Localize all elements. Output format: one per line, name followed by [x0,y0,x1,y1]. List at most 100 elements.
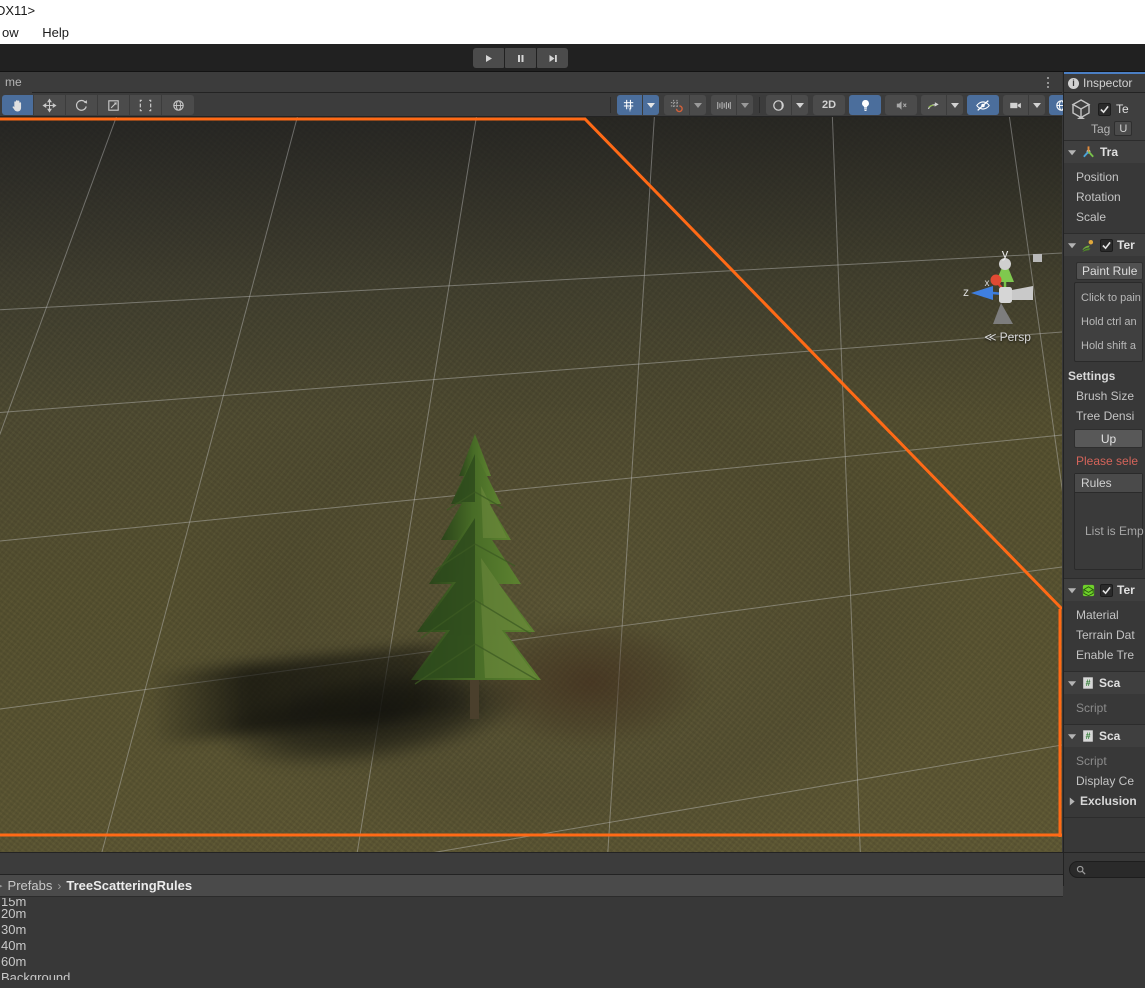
window-title-text: DX11> [0,3,36,18]
scale-tool-button[interactable] [98,95,130,115]
menu-item-help[interactable]: Help [32,22,79,44]
audio-mute-icon [896,100,907,110]
breadcrumb-item-prefabs[interactable]: Prefabs [8,878,53,893]
snap-increment-button[interactable] [711,95,737,115]
foldout-open-icon[interactable] [1068,679,1077,688]
paint-rules-button[interactable]: Paint Rule [1076,262,1143,280]
property-display-cells[interactable]: Display Ce [1064,771,1145,791]
component-header-transform[interactable]: Tra [1064,141,1145,163]
list-item[interactable]: 15m [0,898,1063,906]
transform-tools-group [2,95,194,115]
terrain-enabled-checkbox[interactable] [1100,583,1113,597]
unity-main-toolbar: Experimental [0,44,1145,112]
scene-view-viewport[interactable]: y z x ≪ Persp [0,117,1062,852]
play-button[interactable] [473,48,504,68]
rect-tool-button[interactable] [130,95,162,115]
tag-dropdown[interactable]: U [1114,121,1133,136]
audio-toggle-button[interactable] [885,95,917,115]
hand-icon [12,99,22,111]
breadcrumb-item-current[interactable]: TreeScatteringRules [66,878,192,893]
chevron-down-icon [796,102,804,108]
lighting-toggle-button[interactable] [849,95,881,115]
terrain-selection-outline [0,117,1062,837]
inspector-tab-bar[interactable]: i Inspector [1064,72,1145,93]
grid-visibility-button[interactable]: Y [617,95,643,115]
script-icon: # [1083,730,1093,742]
chevron-down-icon [951,102,959,108]
checkmark-icon [1100,105,1109,113]
menu-item-window[interactable]: ow [0,22,29,44]
property-brush-size[interactable]: Brush Size [1064,386,1145,406]
grid-snapping-button[interactable] [664,95,690,115]
foldout-open-icon[interactable] [1068,241,1077,250]
terrain-paint-icon [1082,239,1094,252]
hand-tool-button[interactable] [2,95,34,115]
panel-options-kebab-icon[interactable] [1042,75,1054,90]
update-button[interactable]: Up [1074,429,1143,448]
property-terrain-data[interactable]: Terrain Dat [1064,625,1145,645]
grid-snapping-dropdown[interactable] [690,95,706,115]
grid-visibility-dropdown[interactable] [643,95,659,115]
component-header-script-1[interactable]: # Sca [1064,672,1145,694]
pause-button[interactable] [505,48,536,68]
ruler-icon [716,101,731,109]
property-scale[interactable]: Scale [1064,207,1145,227]
scene-orientation-gizmo[interactable]: y z x [955,242,1055,342]
component-header-script-2[interactable]: # Sca [1064,725,1145,747]
step-button[interactable] [537,48,568,68]
foldout-open-icon[interactable] [1068,586,1077,595]
effects-icon [927,101,939,109]
rotate-icon [75,99,88,111]
list-item[interactable]: Background [0,970,1063,980]
rules-list-header[interactable]: Rules [1075,474,1142,493]
list-item[interactable]: 20m [0,906,1063,922]
property-material[interactable]: Material [1064,605,1145,625]
foldout-open-icon[interactable] [1068,732,1077,741]
list-item[interactable]: 30m [0,922,1063,938]
rotate-tool-button[interactable] [66,95,98,115]
gameobject-enabled-checkbox[interactable] [1098,102,1111,116]
component-transform: Tra Position Rotation Scale [1064,141,1145,234]
shading-mode-button[interactable] [766,95,792,115]
menu-bar: ow Help [0,22,1145,44]
property-enable-trees[interactable]: Enable Tre [1064,645,1145,665]
transform-icon [172,99,184,111]
foldout-open-icon[interactable] [1068,148,1077,157]
2d-toggle-button[interactable]: 2D [813,95,845,115]
tab-game[interactable]: me [0,72,32,93]
checkmark-icon [1102,241,1111,249]
terrain-painter-enabled-checkbox[interactable] [1100,238,1113,252]
list-item[interactable]: 40m [0,938,1063,954]
hidden-objects-toggle-button[interactable] [967,95,999,115]
search-input[interactable] [1069,861,1145,878]
inspector-panel: i Inspector Te Tag U Tra Position Rotati… [1063,72,1145,852]
component-script-2: # Sca Script Display Ce Exclusion [1064,725,1145,818]
chevron-down-icon [694,102,702,108]
component-title-script-1: Sca [1099,676,1121,690]
component-header-terrain[interactable]: Ter [1064,579,1145,601]
lightbulb-icon [861,99,869,111]
transform-tool-button[interactable] [162,95,194,115]
projection-mode-label[interactable]: ≪ Persp [960,330,1055,344]
project-tab-bar[interactable] [0,853,1063,875]
chevron-down-icon [1033,102,1041,108]
list-item[interactable]: 60m [0,954,1063,970]
terrain-icon [1082,584,1095,596]
effects-toggle-button[interactable] [921,95,947,115]
component-body-terrain: Material Terrain Dat Enable Tre [1064,601,1145,671]
camera-toggle-dropdown[interactable] [1029,95,1045,115]
component-header-terrain-painter[interactable]: Ter [1064,234,1145,256]
effects-toggle-dropdown[interactable] [947,95,963,115]
move-tool-button[interactable] [34,95,66,115]
tag-label: Tag [1091,121,1111,136]
foldout-closed-icon[interactable] [1068,797,1076,806]
property-rotation[interactable]: Rotation [1064,187,1145,207]
shading-mode-dropdown[interactable] [792,95,808,115]
property-position[interactable]: Position [1064,167,1145,187]
inspector-object-header: Te Tag U [1064,93,1145,141]
property-tree-density[interactable]: Tree Densi [1064,406,1145,426]
camera-toggle-button[interactable] [1003,95,1029,115]
gameobject-name-field[interactable]: Te [1116,102,1129,116]
snap-increment-dropdown[interactable] [737,95,753,115]
property-exclusion-zones[interactable]: Exclusion [1064,791,1145,811]
